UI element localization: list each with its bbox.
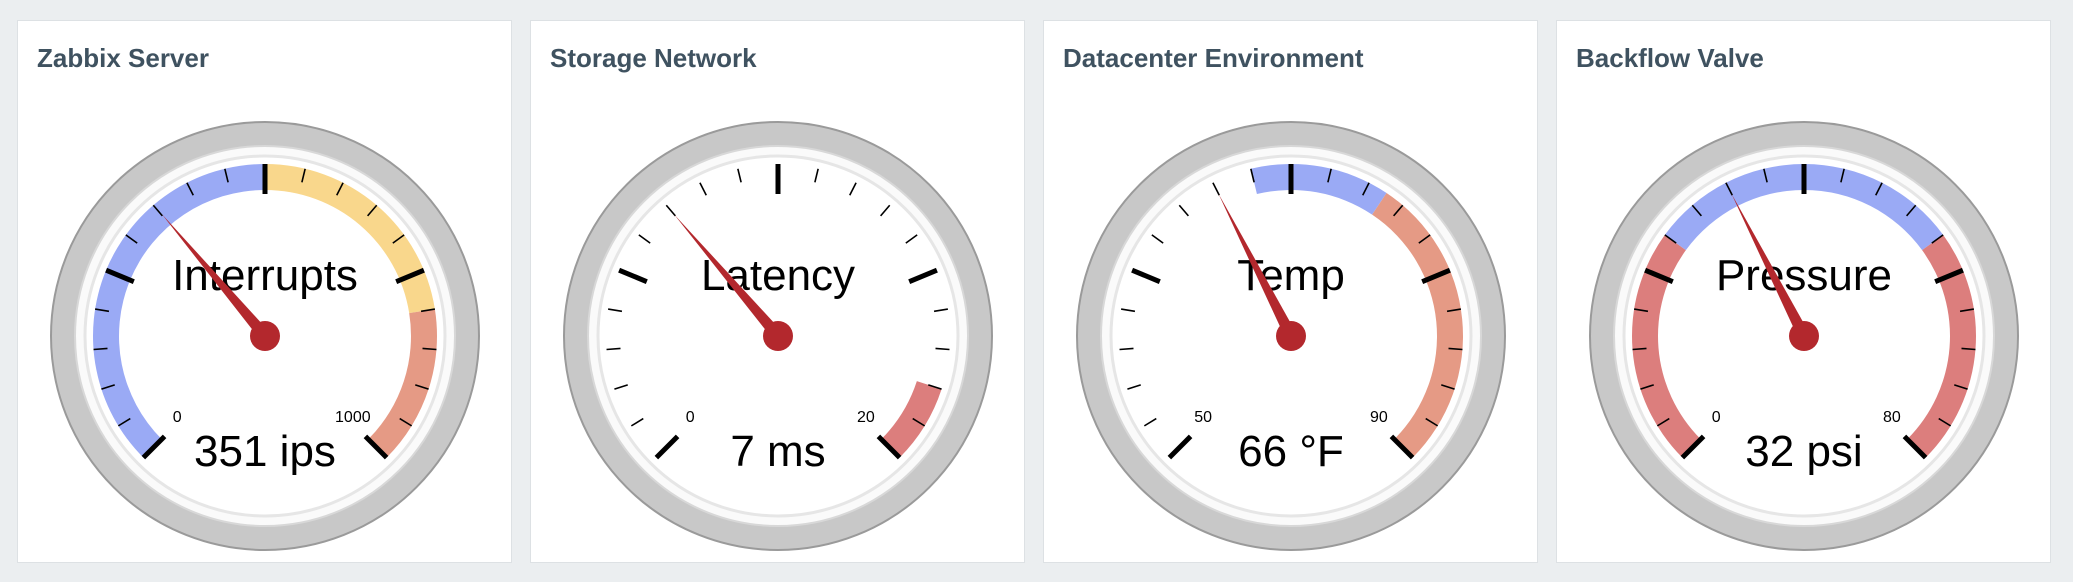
gauge-panel-storage-network[interactable]: Storage Network 0 20 Latency 7 ms (530, 20, 1025, 563)
gauge-needle-hub (250, 321, 280, 351)
gauge-max-label: 20 (857, 409, 875, 426)
gauge-label: Pressure (1716, 251, 1892, 300)
gauge-max-label: 80 (1883, 409, 1901, 426)
gauge-minor-tick (1119, 347, 1134, 351)
panel-title: Backflow Valve (1576, 43, 1764, 73)
gauge-needle-hub (763, 321, 793, 351)
gauge-value-text: 32 psi (1745, 427, 1862, 476)
gauge-min-label: 0 (686, 409, 695, 426)
gauge-max-label: 90 (1370, 409, 1388, 426)
gauge-value-text: 7 ms (730, 427, 825, 476)
gauge-minor-tick (422, 347, 437, 351)
gauge-minor-tick (606, 347, 621, 351)
gauge-min-label: 0 (173, 409, 182, 426)
gauge-panel-zabbix-server[interactable]: Zabbix Server 0 1000 Interrupts 351 ips (17, 20, 512, 563)
gauge-panel-datacenter-environment[interactable]: Datacenter Environment 50 90 Temp 66 °F (1043, 20, 1538, 563)
gauge-minor-tick (93, 347, 108, 351)
gauge-pressure: 0 80 Pressure 32 psi (1589, 121, 2019, 551)
gauge-minor-tick (935, 347, 950, 351)
gauge-temp: 50 90Temp66 °F (1076, 121, 1506, 551)
panel-title: Datacenter Environment (1063, 43, 1364, 73)
gauge-value-text: 351 ips (194, 427, 336, 476)
panel-title: Storage Network (550, 43, 757, 73)
gauge-min-label: 50 (1194, 409, 1212, 426)
gauge-latency: 0 20Latency7 ms (563, 121, 993, 551)
gauge-value-text: 66 °F (1238, 427, 1344, 476)
gauge-minor-tick (1632, 347, 1647, 351)
gauge-min-label: 0 (1712, 409, 1721, 426)
gauge-max-label: 1000 (335, 409, 371, 426)
panel-title: Zabbix Server (37, 43, 209, 73)
gauge-interrupts: 0 1000Interrupts351 ips (50, 121, 480, 551)
gauge-panel-backflow-valve[interactable]: Backflow Valve 0 80 Pressure 32 psi (1556, 20, 2051, 563)
gauge-needle-hub (1276, 321, 1306, 351)
gauge-needle-hub (1789, 321, 1819, 351)
gauge-minor-tick (1961, 347, 1976, 351)
dashboard: Zabbix Server 0 1000 Interrupts 351 ips Sto… (0, 0, 2073, 582)
gauge-minor-tick (1448, 347, 1463, 351)
